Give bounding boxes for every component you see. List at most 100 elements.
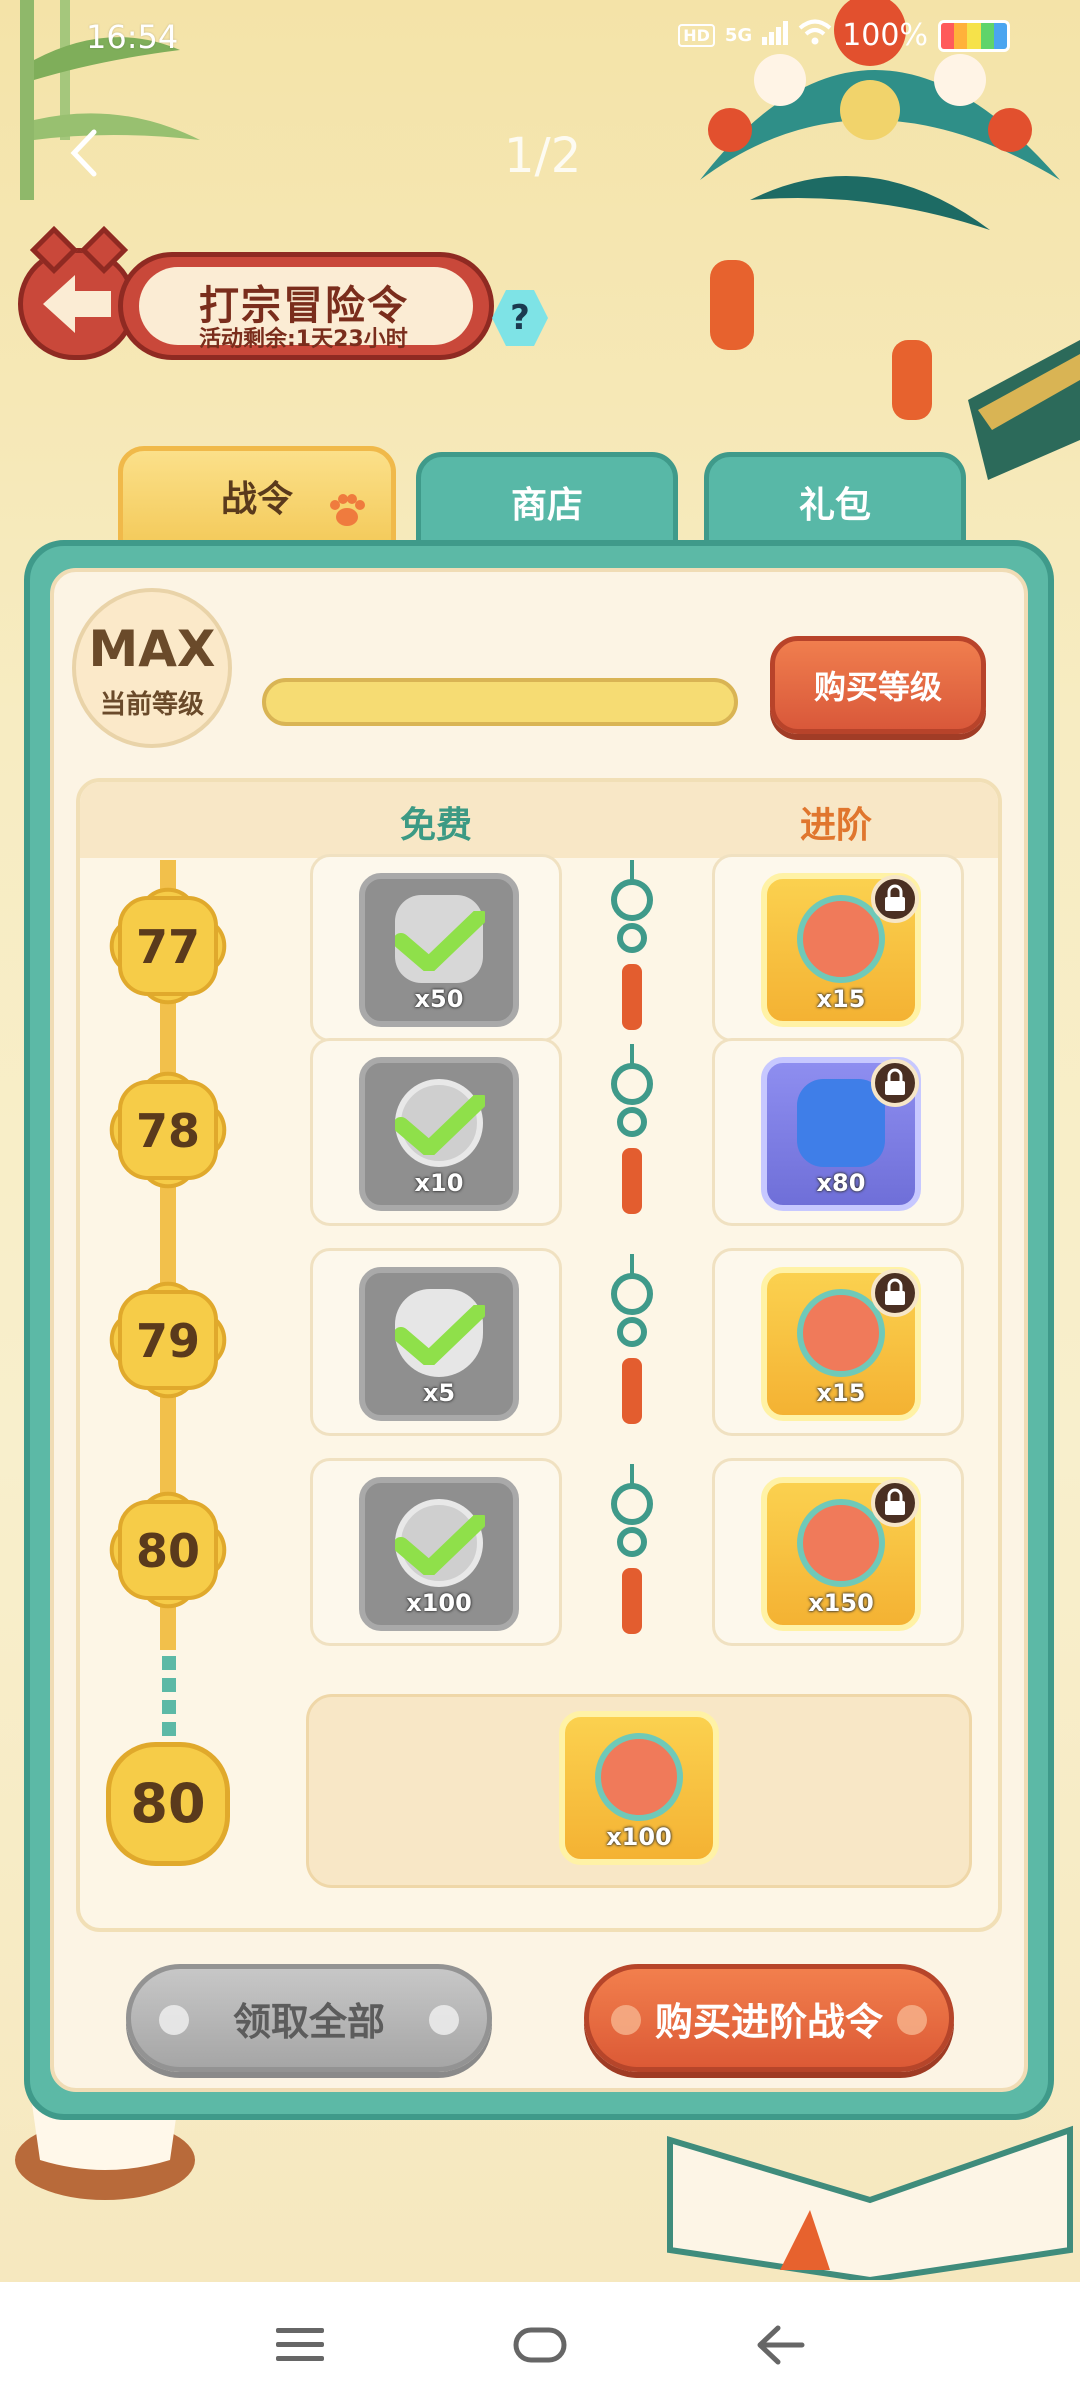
status-time: 16:54 bbox=[86, 18, 179, 56]
reward-count: x15 bbox=[816, 985, 866, 1013]
reward-count: x150 bbox=[808, 1589, 874, 1617]
signal-icon bbox=[762, 18, 789, 53]
claimed-check-icon bbox=[395, 911, 485, 971]
knot-tassel-icon bbox=[611, 1044, 653, 1214]
claim-all-label: 领取全部 bbox=[232, 1999, 385, 2044]
level-marker: 77 bbox=[97, 875, 239, 1017]
back-arrow-icon bbox=[43, 275, 111, 333]
free-reward-item[interactable]: x10 bbox=[359, 1057, 519, 1211]
advanced-reward-cell[interactable]: x15 bbox=[712, 854, 964, 1042]
level-track-dots bbox=[162, 1656, 176, 1742]
buy-advanced-label: 购买进阶战令 bbox=[654, 1999, 883, 2044]
lock-icon bbox=[871, 1269, 919, 1317]
free-reward-item[interactable]: x5 bbox=[359, 1267, 519, 1421]
help-button[interactable]: ? bbox=[492, 290, 548, 346]
lock-icon bbox=[871, 1479, 919, 1527]
final-reward-row: x100 bbox=[306, 1694, 972, 1888]
advanced-reward-item[interactable]: x15 bbox=[761, 1267, 921, 1421]
level-marker: 78 bbox=[97, 1059, 239, 1201]
free-reward-cell[interactable]: x100 bbox=[310, 1458, 562, 1646]
reward-count: x100 bbox=[406, 1589, 472, 1617]
opera-mask-icon bbox=[797, 895, 885, 983]
free-column-header: 免费 bbox=[400, 805, 473, 846]
opera-mask-icon bbox=[595, 1733, 683, 1821]
wifi-icon bbox=[798, 18, 832, 53]
menu-icon[interactable] bbox=[270, 2320, 330, 2370]
open-book-decoration bbox=[660, 2100, 1080, 2284]
reward-row: 79 x5 x15 bbox=[97, 1248, 980, 1444]
level-number: 78 bbox=[135, 1104, 200, 1158]
lock-icon bbox=[871, 875, 919, 923]
advanced-reward-cell[interactable]: x80 bbox=[712, 1038, 964, 1226]
level-number: 77 bbox=[135, 920, 200, 974]
gem-icon bbox=[797, 1079, 885, 1167]
claimed-check-icon bbox=[395, 1305, 485, 1365]
free-reward-cell[interactable]: x10 bbox=[310, 1038, 562, 1226]
free-reward-cell[interactable]: x5 bbox=[310, 1248, 562, 1436]
reward-count: x50 bbox=[414, 985, 464, 1013]
home-icon[interactable] bbox=[510, 2320, 570, 2370]
reward-count: x10 bbox=[414, 1169, 464, 1197]
tab-label: 商店 bbox=[510, 485, 583, 526]
tab-gift-pack[interactable]: 礼包 bbox=[704, 452, 966, 552]
book-decoration bbox=[958, 340, 1080, 480]
opera-mask-icon bbox=[797, 1289, 885, 1377]
network-label: 5G bbox=[724, 25, 753, 46]
flower-icon bbox=[429, 2005, 459, 2035]
tab-bar: 战令 商店 礼包 bbox=[118, 446, 968, 552]
flower-icon bbox=[159, 2005, 189, 2035]
level-progress-bar bbox=[262, 678, 738, 726]
status-bar: 16:54 HD 5G 100% bbox=[0, 0, 1080, 80]
reward-count: x100 bbox=[606, 1823, 672, 1851]
battery-percent: 100% bbox=[842, 18, 928, 53]
system-nav-bar bbox=[0, 2282, 1080, 2408]
paw-icon bbox=[330, 494, 365, 526]
top-nav: 1/2 bbox=[0, 110, 1080, 200]
advanced-reward-item[interactable]: x80 bbox=[761, 1057, 921, 1211]
flower-icon bbox=[897, 2005, 927, 2035]
advanced-reward-cell[interactable]: x15 bbox=[712, 1248, 964, 1436]
advanced-reward-item[interactable]: x150 bbox=[761, 1477, 921, 1631]
final-level-marker: 80 bbox=[106, 1742, 230, 1866]
advanced-column-header: 进阶 bbox=[800, 805, 873, 846]
knot-tassel-icon bbox=[611, 1254, 653, 1424]
page-indicator: 1/2 bbox=[504, 128, 582, 184]
final-reward-item[interactable]: x100 bbox=[559, 1711, 719, 1865]
reward-row: 77 x50 x15 bbox=[97, 854, 980, 1050]
reward-count: x15 bbox=[816, 1379, 866, 1407]
battery-icon bbox=[938, 19, 1010, 52]
free-reward-item[interactable]: x100 bbox=[359, 1477, 519, 1631]
event-remaining-time: 活动剩余:1天23小时 bbox=[199, 327, 408, 352]
level-number: 79 bbox=[135, 1314, 200, 1368]
claimed-check-icon bbox=[395, 1515, 485, 1575]
reward-count: x80 bbox=[816, 1169, 866, 1197]
reward-count: x5 bbox=[422, 1379, 456, 1407]
level-marker: 79 bbox=[97, 1269, 239, 1411]
tab-battle-pass[interactable]: 战令 bbox=[118, 446, 396, 546]
opera-mask-icon bbox=[797, 1499, 885, 1587]
back-icon[interactable] bbox=[750, 2320, 810, 2370]
current-level-value: MAX bbox=[88, 620, 216, 678]
free-reward-cell[interactable]: x50 bbox=[310, 854, 562, 1042]
hd-badge: HD bbox=[678, 24, 715, 47]
knot-tassel-icon bbox=[611, 1464, 653, 1634]
title-plate: 打宗冒险令 活动剩余:1天23小时 bbox=[18, 225, 494, 366]
reward-row: 80 x100 x150 bbox=[97, 1458, 980, 1654]
back-chevron-icon[interactable] bbox=[62, 128, 112, 178]
level-number: 80 bbox=[135, 1524, 200, 1578]
free-reward-item[interactable]: x50 bbox=[359, 873, 519, 1027]
advanced-reward-cell[interactable]: x150 bbox=[712, 1458, 964, 1646]
buy-level-button[interactable]: 购买等级 bbox=[770, 636, 986, 734]
knot-tassel-icon bbox=[611, 860, 653, 1030]
advanced-reward-item[interactable]: x15 bbox=[761, 873, 921, 1027]
flower-icon bbox=[611, 2005, 641, 2035]
tab-label: 礼包 bbox=[798, 485, 871, 526]
buy-advanced-pass-button[interactable]: 购买进阶战令 bbox=[584, 1964, 954, 2072]
reward-row: 78 x10 x80 bbox=[97, 1038, 980, 1234]
lock-icon bbox=[871, 1059, 919, 1107]
claim-all-button[interactable]: 领取全部 bbox=[126, 1964, 492, 2072]
tab-shop[interactable]: 商店 bbox=[416, 452, 678, 552]
tab-label: 战令 bbox=[220, 479, 293, 520]
claimed-check-icon bbox=[395, 1095, 485, 1155]
reward-list-header: 免费 进阶 bbox=[80, 782, 998, 858]
